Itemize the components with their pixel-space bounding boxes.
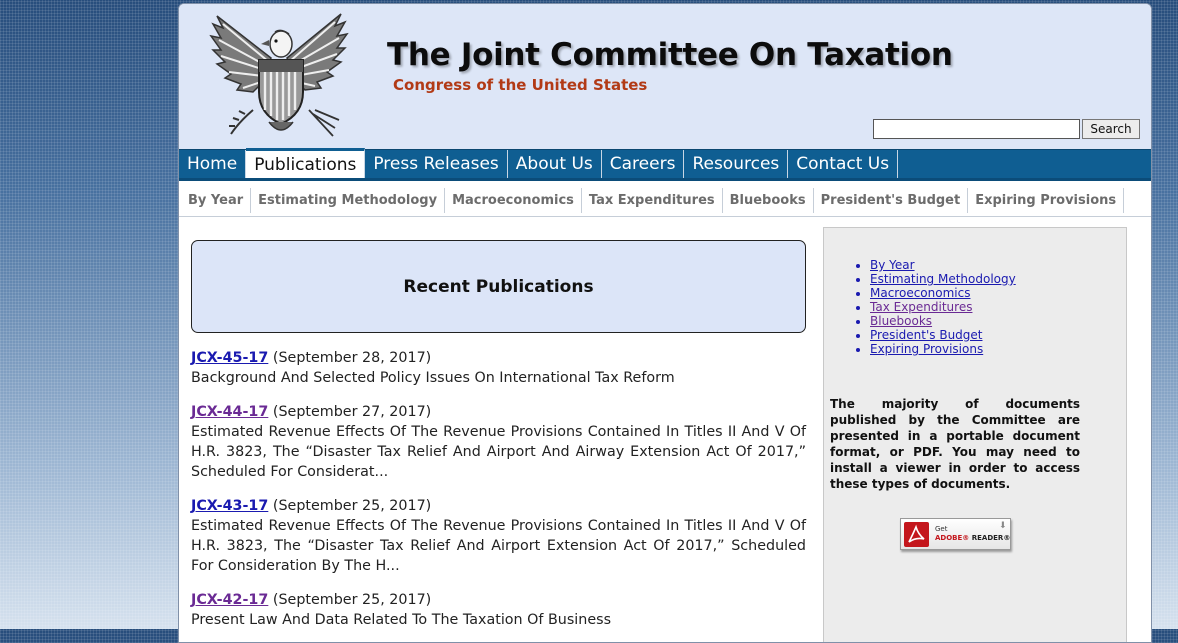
sidebar-item: Bluebooks (870, 314, 1016, 328)
sidebar-item: By Year (870, 258, 1016, 272)
publication-link[interactable]: JCX-42-17 (191, 592, 268, 608)
sidebar-item: Estimating Methodology (870, 272, 1016, 286)
sub-tab-presidents-budget[interactable]: President's Budget (814, 188, 969, 213)
nav-tab-publications[interactable]: Publications (246, 148, 366, 178)
sidebar-link-estimating-methodology[interactable]: Estimating Methodology (870, 272, 1016, 286)
eagle-seal-icon (209, 13, 349, 137)
adobe-product: READER (971, 534, 1004, 542)
nav-tab-careers[interactable]: Careers (602, 150, 685, 178)
search-input[interactable] (873, 119, 1080, 139)
get-adobe-reader-button[interactable]: Get ADOBE® READER® ⬇ (900, 518, 1011, 550)
sidebar-link-by-year[interactable]: By Year (870, 258, 915, 272)
nav-tab-press-releases[interactable]: Press Releases (365, 150, 508, 178)
publication-link[interactable]: JCX-44-17 (191, 404, 268, 420)
publication-date: (September 28, 2017) (272, 350, 432, 366)
sidebar-item: Macroeconomics (870, 286, 1016, 300)
nav-tab-about-us[interactable]: About Us (508, 150, 602, 178)
sub-nav: By Year Estimating Methodology Macroecon… (179, 185, 1151, 217)
site-title: The Joint Committee On Taxation (387, 37, 953, 73)
sidebar: By Year Estimating Methodology Macroecon… (823, 227, 1127, 642)
publication-link[interactable]: JCX-45-17 (191, 350, 268, 366)
recent-publications-title: Recent Publications (403, 276, 594, 297)
publication-date: (September 25, 2017) (272, 498, 432, 514)
nav-tab-contact-us[interactable]: Contact Us (788, 150, 899, 178)
publication-item: JCX-45-17 (September 28, 2017) Backgroun… (191, 348, 806, 388)
search-button[interactable]: Search (1082, 119, 1140, 139)
publication-date: (September 27, 2017) (272, 404, 432, 420)
publication-list: JCX-45-17 (September 28, 2017) Backgroun… (191, 348, 806, 642)
adobe-pdf-icon (904, 522, 929, 547)
publication-item: JCX-43-17 (September 25, 2017) Estimated… (191, 496, 806, 576)
site-subtitle: Congress of the United States (393, 76, 648, 94)
sidebar-link-presidents-budget[interactable]: President's Budget (870, 328, 983, 342)
sidebar-link-list: By Year Estimating Methodology Macroecon… (848, 258, 1016, 356)
recent-publications-box: Recent Publications (191, 240, 806, 333)
adobe-get-label: Get (935, 525, 948, 533)
adobe-brand: ADOBE (935, 534, 963, 542)
nav-tab-home[interactable]: Home (179, 150, 247, 178)
publication-description: Present Law And Data Related To The Taxa… (191, 612, 612, 628)
sub-tab-by-year[interactable]: By Year (181, 188, 252, 213)
publication-description: Estimated Revenue Effects Of The Revenue… (191, 424, 806, 480)
page-container: The Joint Committee On Taxation Congress… (178, 3, 1152, 643)
sidebar-item: Tax Expenditures (870, 300, 1016, 314)
publication-link[interactable]: JCX-43-17 (191, 498, 268, 514)
publication-date: (September 25, 2017) (272, 592, 432, 608)
pdf-note: The majority of documents published by t… (830, 397, 1080, 491)
sidebar-item: Expiring Provisions (870, 342, 1016, 356)
publication-description: Estimated Revenue Effects Of The Revenue… (191, 518, 806, 574)
sub-tab-tax-expenditures[interactable]: Tax Expenditures (582, 188, 723, 213)
sub-tab-bluebooks[interactable]: Bluebooks (723, 188, 814, 213)
site-header: The Joint Committee On Taxation Congress… (179, 4, 1151, 149)
publication-item: JCX-42-17 (September 25, 2017) Present L… (191, 590, 806, 630)
sidebar-link-expiring-provisions[interactable]: Expiring Provisions (870, 342, 983, 356)
sidebar-item: President's Budget (870, 328, 1016, 342)
publication-description: Background And Selected Policy Issues On… (191, 370, 675, 386)
sub-tab-macroeconomics[interactable]: Macroeconomics (445, 188, 582, 213)
sidebar-link-tax-expenditures[interactable]: Tax Expenditures (870, 300, 972, 314)
sub-tab-expiring-provisions[interactable]: Expiring Provisions (968, 188, 1125, 213)
sub-tab-estimating-methodology[interactable]: Estimating Methodology (251, 188, 446, 213)
adobe-reader-label: ADOBE® READER® (935, 534, 1011, 542)
nav-tab-resources[interactable]: Resources (684, 150, 789, 178)
sidebar-link-macroeconomics[interactable]: Macroeconomics (870, 286, 970, 300)
main-nav: Home Publications Press Releases About U… (179, 148, 1151, 181)
download-arrow-icon: ⬇ (999, 521, 1007, 531)
sidebar-link-bluebooks[interactable]: Bluebooks (870, 314, 932, 328)
publication-item: JCX-44-17 (September 27, 2017) Estimated… (191, 402, 806, 482)
